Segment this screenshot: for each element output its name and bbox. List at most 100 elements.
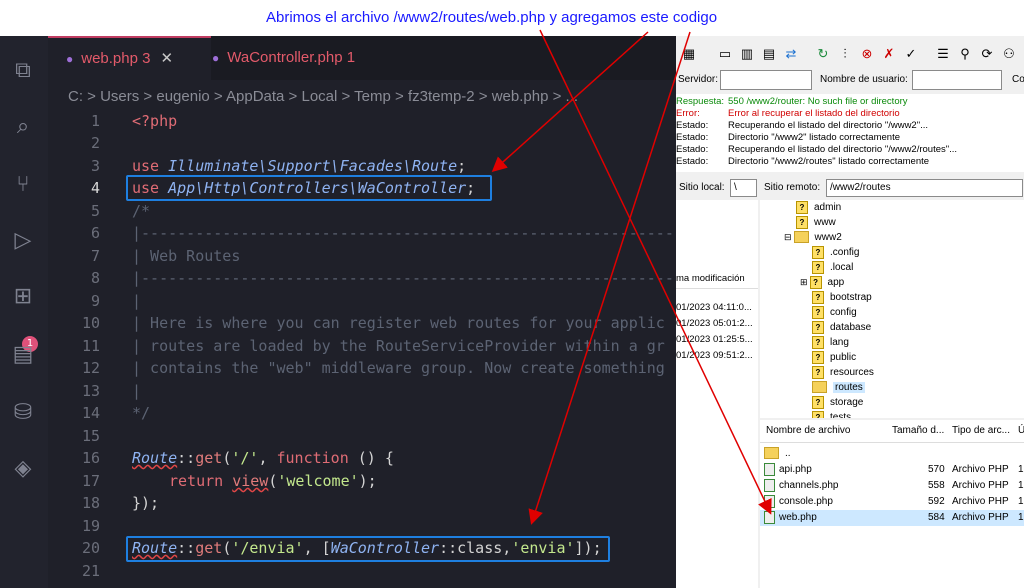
compare-icon[interactable]: ⚲ <box>956 45 974 63</box>
tree-item-selected[interactable]: routes <box>812 380 865 395</box>
cancel-icon[interactable]: ⊗ <box>858 45 876 63</box>
database-icon[interactable]: ⛁ <box>8 398 38 428</box>
breadcrumb[interactable]: C: > Users > eugenio > AppData > Local >… <box>48 88 578 108</box>
debug-icon[interactable]: ▷ <box>8 226 38 256</box>
tab-label: web.php <box>81 50 138 67</box>
notebook-icon[interactable]: ▤ <box>8 340 38 370</box>
code-line: */ <box>132 404 151 422</box>
unknown-folder-icon: ? <box>812 335 824 349</box>
tab-web-php[interactable]: ● web.php 3 ✕ <box>48 36 211 80</box>
file-row[interactable]: api.php 570 Archivo PHP 1 <box>760 462 1024 478</box>
column-type[interactable]: Tipo de arc... <box>952 420 1010 442</box>
file-row[interactable]: .. <box>760 446 1024 462</box>
source-control-icon[interactable]: ⑂ <box>8 170 38 200</box>
list-item[interactable]: 01/2023 05:01:2... <box>676 316 753 332</box>
unknown-folder-icon: ? <box>796 200 808 214</box>
sync-browse-icon[interactable]: ⟳ <box>978 45 996 63</box>
unknown-folder-icon: ? <box>796 215 808 229</box>
tree-item[interactable]: ? www <box>796 215 836 230</box>
tree-item[interactable]: ? lang <box>812 335 849 350</box>
line-number: 7 <box>90 247 100 265</box>
activity-bar: ⧉ ⌕ ⑂ ▷ ⊞ 1 ▤ ⛁ ◈ <box>0 36 48 588</box>
tree-item[interactable]: ⊞? app <box>800 275 844 290</box>
column-last-modified[interactable]: ma modificación <box>676 270 758 289</box>
file-list-header: Nombre de archivo Tamaño d... Tipo de ar… <box>760 420 1024 443</box>
process-queue-icon[interactable]: ⫶ <box>836 45 854 63</box>
toggle-local-tree-icon[interactable]: ▥ <box>738 45 756 63</box>
remote-site-bar: Sitio remoto: /www2/routes <box>760 179 1024 197</box>
tree-item[interactable]: ? public <box>812 350 856 365</box>
unknown-folder-icon: ? <box>812 290 824 304</box>
unknown-folder-icon: ? <box>812 395 824 409</box>
list-item[interactable]: 01/2023 09:51:2... <box>676 348 753 364</box>
php-file-icon: ● <box>66 52 74 66</box>
local-tree[interactable] <box>676 200 758 270</box>
file-row[interactable]: channels.php 558 Archivo PHP 1 <box>760 478 1024 494</box>
list-item[interactable]: 01/2023 04:11:0... <box>676 300 752 316</box>
username-label: Nombre de usuario: <box>820 74 908 85</box>
disconnect-icon[interactable]: ✗ <box>880 45 898 63</box>
tree-item[interactable]: ? config <box>812 305 857 320</box>
code-line: }); <box>132 494 160 512</box>
quickconnect-bar: Servidor: Nombre de usuario: Co <box>676 70 1024 92</box>
password-label: Co <box>1012 74 1024 85</box>
toggle-remote-tree-icon[interactable]: ▤ <box>760 45 778 63</box>
column-size[interactable]: Tamaño d... <box>892 420 944 442</box>
highlight-use-line <box>126 175 492 201</box>
site-manager-icon[interactable]: ▦ <box>680 45 698 63</box>
tree-item[interactable]: ? admin <box>796 200 841 215</box>
tree-item[interactable]: ⊟ www2 <box>784 230 842 245</box>
filter-icon[interactable]: ☰ <box>934 45 952 63</box>
line-number: 4 <box>90 179 100 197</box>
filezilla-window: ▦ ▭ ▥ ▤ ⇄ ↻ ⫶ ⊗ ✗ ✓ ☰ ⚲ ⟳ ⚇ Servidor: No… <box>676 36 1024 588</box>
explorer-icon[interactable]: ⧉ <box>8 56 38 86</box>
php-file-icon <box>764 494 775 508</box>
extensions-icon[interactable]: ⊞ <box>8 282 38 312</box>
server-input[interactable] <box>720 70 812 90</box>
code-area[interactable]: 1 <?php 2 3 use Illuminate\Support\Facades… <box>48 110 676 588</box>
local-site-bar: Sitio local: \ <box>676 179 758 197</box>
unknown-folder-icon: ? <box>812 320 824 334</box>
tree-item[interactable]: ? resources <box>812 365 874 380</box>
toggle-log-icon[interactable]: ▭ <box>716 45 734 63</box>
layers-icon[interactable]: ◈ <box>8 454 38 484</box>
tree-item[interactable]: ? bootstrap <box>812 290 872 305</box>
tree-item[interactable]: ? tests <box>812 410 851 418</box>
line-number: 17 <box>81 472 100 490</box>
tab-problem-count: 1 <box>346 49 356 66</box>
server-label: Servidor: <box>678 74 719 85</box>
tree-item[interactable]: ? database <box>812 320 871 335</box>
folder-icon <box>764 447 779 460</box>
unknown-folder-icon: ? <box>812 365 824 379</box>
code-line: | <box>132 382 142 400</box>
collapse-icon: ⊟ <box>784 232 792 242</box>
list-item[interactable]: 01/2023 01:25:5... <box>676 332 753 348</box>
username-input[interactable] <box>912 70 1002 90</box>
tree-item[interactable]: ? storage <box>812 395 863 410</box>
tab-problem-count: 3 <box>142 50 151 67</box>
refresh-icon[interactable]: ↻ <box>814 45 832 63</box>
remote-site-input[interactable]: /www2/routes <box>826 179 1023 197</box>
file-row-selected[interactable]: web.php 584 Archivo PHP 1 <box>760 510 1024 526</box>
find-icon[interactable]: ⚇ <box>1000 45 1018 63</box>
unknown-folder-icon: ? <box>812 305 824 319</box>
unknown-folder-icon: ? <box>812 245 824 259</box>
file-row[interactable]: console.php 592 Archivo PHP 1 <box>760 494 1024 510</box>
code-line: | <box>132 292 142 310</box>
local-file-list[interactable]: ma modificación 01/2023 04:11:0... 01/20… <box>676 270 758 588</box>
column-filename[interactable]: Nombre de archivo <box>766 420 850 442</box>
annotation-area: Abrimos el archivo /www2/routes/web.php … <box>0 0 1024 36</box>
tree-item[interactable]: ? .local <box>812 260 853 275</box>
toggle-queue-icon[interactable]: ⇄ <box>782 45 800 63</box>
local-site-input[interactable]: \ <box>730 179 757 197</box>
code-line: | contains the "web" middleware group. N… <box>132 359 665 377</box>
line-number: 1 <box>90 112 100 130</box>
code-line: | routes are loaded by the RouteServiceP… <box>132 337 665 355</box>
column-modified[interactable]: Ú <box>1018 420 1024 442</box>
close-icon[interactable]: ✕ <box>160 50 173 67</box>
line-number: 18 <box>81 494 100 512</box>
reconnect-icon[interactable]: ✓ <box>902 45 920 63</box>
search-icon[interactable]: ⌕ <box>8 112 38 142</box>
tab-wacontroller-php[interactable]: ● WaController.php 1 <box>194 36 412 80</box>
tree-item[interactable]: ? .config <box>812 245 859 260</box>
